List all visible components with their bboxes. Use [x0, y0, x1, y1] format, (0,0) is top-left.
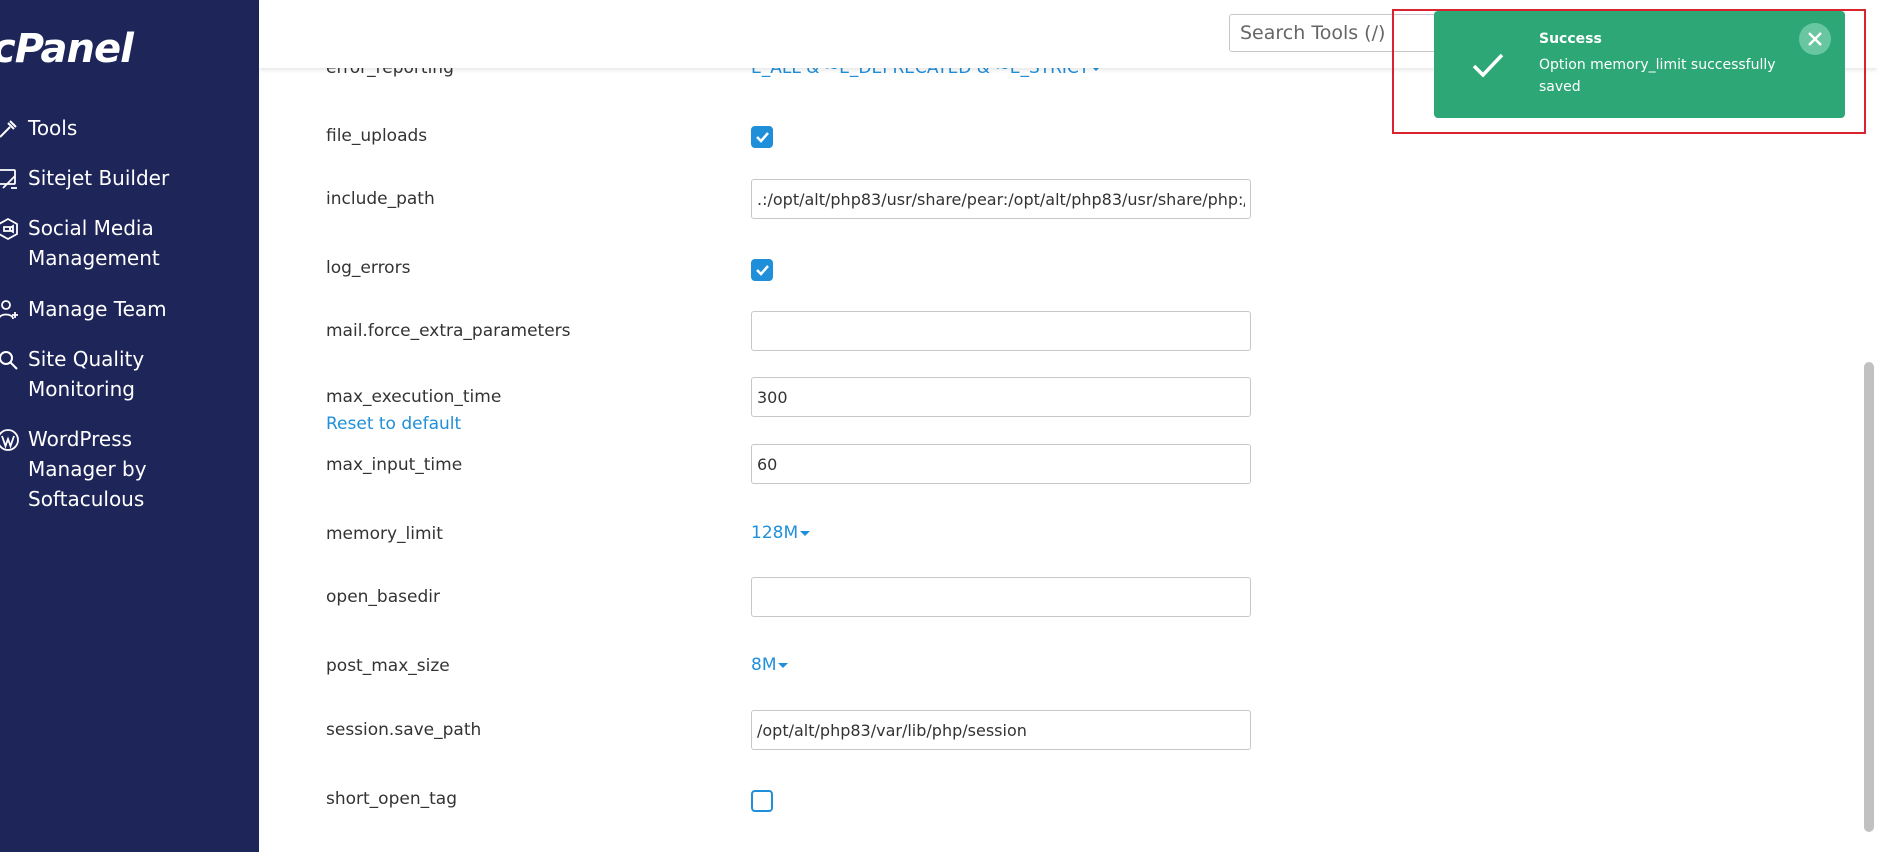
max-input-time-field[interactable]	[751, 444, 1251, 484]
post-max-size-dropdown[interactable]: 8M	[751, 655, 789, 675]
open-basedir-field[interactable]	[751, 577, 1251, 617]
manage-team-icon	[0, 296, 22, 324]
short-open-tag-checkbox[interactable]	[751, 790, 773, 812]
social-media-icon	[0, 215, 22, 243]
sidebar-item-site-quality-monitoring[interactable]: Site Quality Monitoring	[0, 344, 144, 404]
sidebar-item-sitejet-builder[interactable]: Sitejet Builder	[0, 163, 169, 193]
memory-limit-dropdown[interactable]: 128M	[751, 523, 811, 543]
magnifier-icon	[0, 346, 22, 374]
close-toast-button[interactable]	[1799, 23, 1831, 55]
reset-to-default-link[interactable]: Reset to default	[326, 414, 461, 434]
sidebar-item-social-media-management[interactable]: Social Media Management	[0, 213, 160, 273]
tools-icon	[0, 115, 22, 143]
dropdown-value: 8M	[751, 655, 777, 675]
sidebar-item-label: WordPress Manager by Softaculous	[28, 427, 147, 511]
setting-label-max-execution-time: max_execution_time	[326, 387, 502, 407]
dropdown-value: 128M	[751, 523, 799, 543]
sidebar-item-label: Tools	[28, 116, 78, 140]
max-execution-time-field[interactable]	[751, 377, 1251, 417]
setting-label-file-uploads: file_uploads	[326, 126, 428, 146]
sidebar-item-wordpress-manager[interactable]: WordPress Manager by Softaculous	[0, 424, 147, 514]
setting-label-short-open-tag: short_open_tag	[326, 789, 457, 809]
setting-label-memory-limit: memory_limit	[326, 524, 443, 544]
sidebar: cPanel Tools Sitejet Builder Social Medi…	[0, 0, 259, 852]
setting-label-include-path: include_path	[326, 189, 435, 209]
setting-label-max-input-time: max_input_time	[326, 455, 463, 475]
sidebar-item-label: Manage Team	[28, 297, 167, 321]
checkmark-icon	[756, 132, 769, 143]
include-path-field[interactable]	[751, 179, 1251, 219]
sidebar-item-manage-team[interactable]: Manage Team	[0, 294, 167, 324]
setting-label-open-basedir: open_basedir	[326, 587, 440, 607]
caret-down-icon	[778, 662, 789, 668]
sitejet-icon	[0, 165, 22, 193]
close-icon	[1808, 32, 1822, 46]
cpanel-logo[interactable]: cPanel	[0, 26, 134, 72]
setting-label-log-errors: log_errors	[326, 258, 411, 278]
sidebar-item-tools[interactable]: Tools	[0, 113, 77, 143]
wordpress-icon	[0, 426, 22, 454]
toast-message: Option memory_limit successfully saved	[1539, 57, 1776, 95]
setting-label-session-save-path: session.save_path	[326, 720, 482, 740]
success-toast: Success Option memory_limit successfully…	[1434, 11, 1845, 118]
caret-down-icon	[800, 530, 811, 536]
file-uploads-checkbox[interactable]	[751, 126, 773, 148]
sidebar-item-label: Site Quality Monitoring	[28, 347, 145, 401]
setting-label-mail-force-extra-parameters: mail.force_extra_parameters	[326, 321, 571, 341]
mail-force-extra-parameters-field[interactable]	[751, 311, 1251, 351]
sidebar-item-label: Sitejet Builder	[28, 166, 170, 190]
sidebar-item-label: Social Media Management	[28, 216, 160, 270]
session-save-path-field[interactable]	[751, 710, 1251, 750]
log-errors-checkbox[interactable]	[751, 259, 773, 281]
checkmark-icon	[756, 265, 769, 276]
page-scrollbar-thumb[interactable]	[1864, 362, 1874, 832]
setting-label-post-max-size: post_max_size	[326, 656, 450, 676]
check-icon	[1472, 53, 1504, 78]
toast-title: Success	[1539, 31, 1602, 47]
